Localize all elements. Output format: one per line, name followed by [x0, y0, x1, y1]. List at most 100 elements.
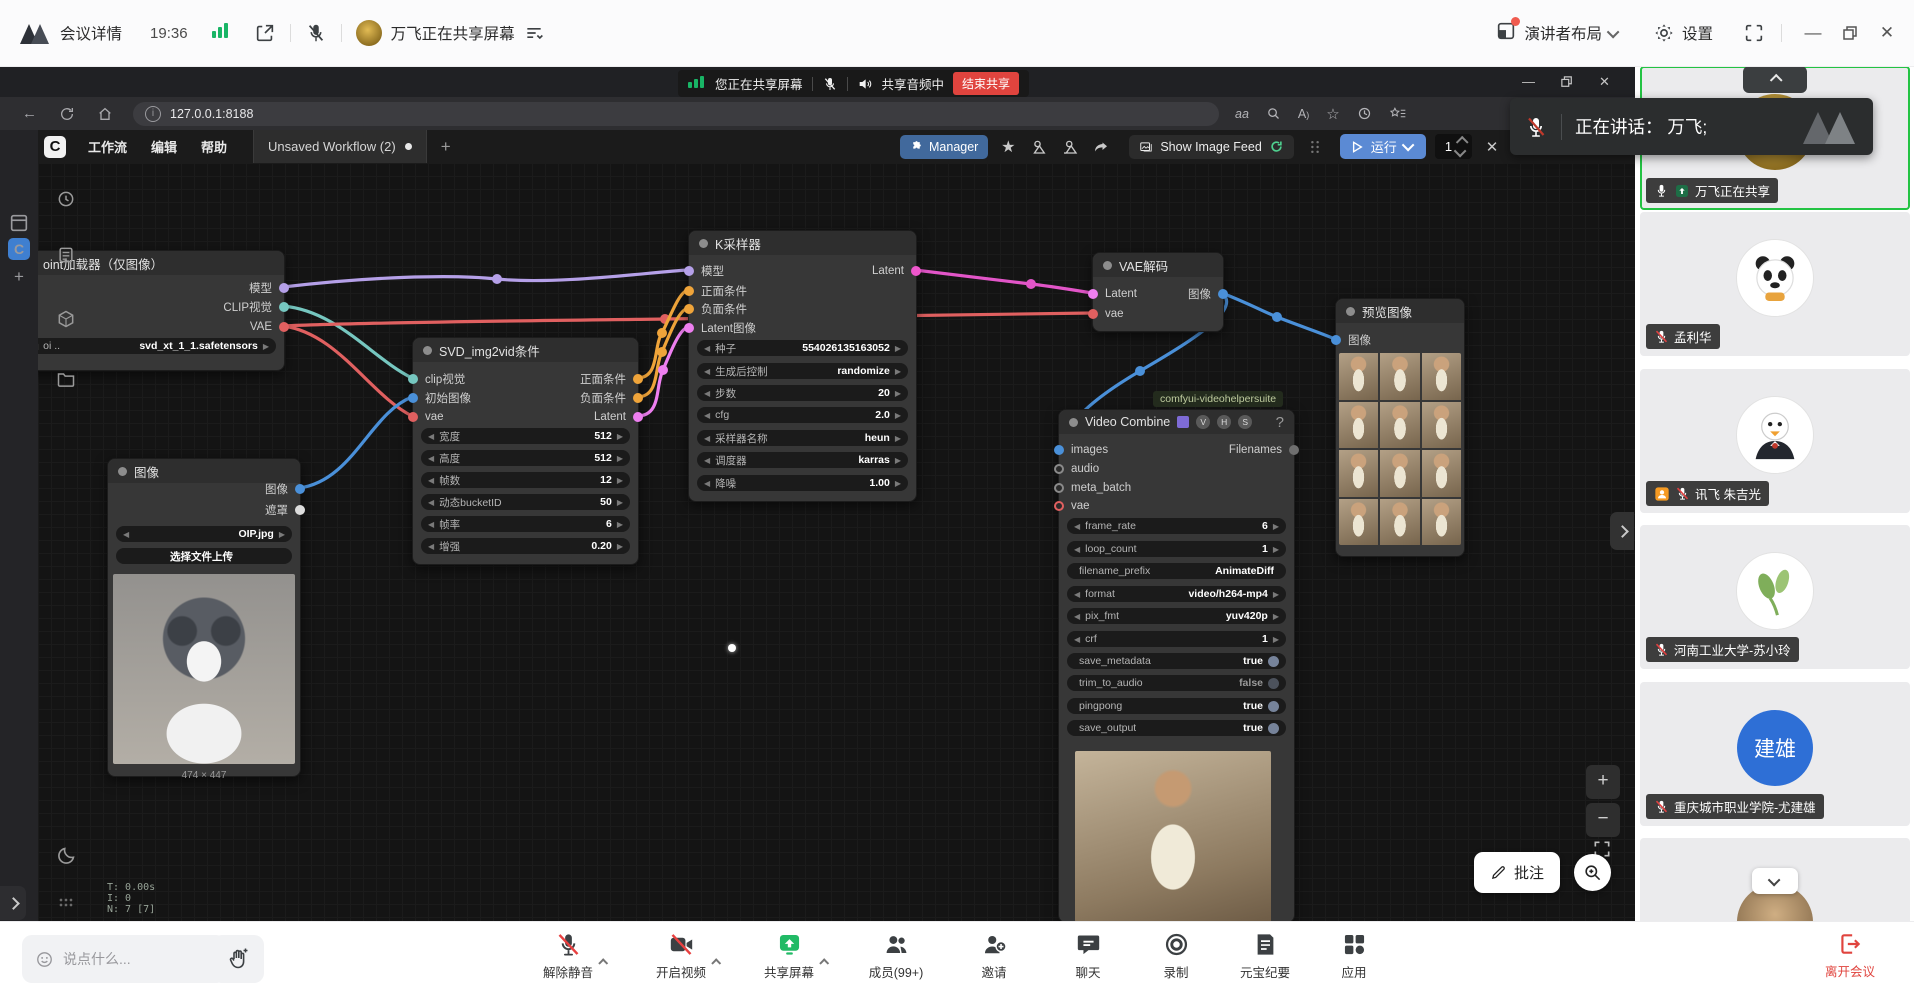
input-port[interactable] — [684, 323, 694, 333]
output-port[interactable] — [279, 322, 289, 332]
wire-reroute-dot[interactable] — [657, 328, 667, 338]
output-port[interactable] — [633, 412, 643, 422]
mic-muted-icon[interactable] — [822, 76, 838, 92]
dock-item-应用[interactable]: 应用 — [1299, 931, 1409, 981]
mic-muted-icon[interactable] — [305, 22, 327, 44]
favorites-list-icon[interactable] — [1389, 106, 1406, 121]
widget-trim_to_audio[interactable]: trim_to_audiofalse — [1067, 675, 1286, 691]
wire-reroute-dot[interactable] — [1272, 312, 1282, 322]
widget-种子[interactable]: ◀种子554026135163052▶ — [697, 340, 908, 356]
settings-button[interactable]: 设置 — [1682, 22, 1713, 44]
wire-reroute-dot[interactable] — [1026, 279, 1036, 289]
node-preview-image[interactable]: 预览图像图像 — [1335, 298, 1465, 557]
stop-share-button[interactable]: 结束共享 — [953, 72, 1019, 95]
annotate-button[interactable]: 批注 — [1474, 852, 1560, 893]
menu-编辑[interactable]: 编辑 — [151, 140, 177, 155]
node-library-icon[interactable] — [56, 245, 76, 265]
participant-tile-重庆城市职业学院-尤建雄[interactable]: 建雄重庆城市职业学院-尤建雄 — [1640, 682, 1910, 826]
reload-icon[interactable] — [59, 106, 75, 122]
widget-帧率[interactable]: ◀帧率6▶ — [421, 516, 630, 532]
input-port[interactable] — [1054, 464, 1064, 474]
share-list-icon[interactable] — [524, 23, 544, 43]
node-title[interactable]: VAE解码 — [1093, 253, 1223, 277]
history-icon[interactable] — [1357, 106, 1372, 121]
participant-tile-more[interactable] — [1640, 838, 1910, 921]
widget-save_metadata[interactable]: save_metadatatrue — [1067, 653, 1286, 669]
comfyui-logo[interactable]: C — [44, 136, 66, 158]
output-port[interactable] — [279, 302, 289, 312]
widget-高度[interactable]: ◀高度512▶ — [421, 450, 630, 466]
node-title[interactable]: Video CombineVHS? — [1059, 410, 1294, 434]
node-collapse-dot[interactable] — [1103, 261, 1112, 270]
show-more-participants-button[interactable] — [1752, 868, 1798, 894]
new-workflow-button[interactable]: + — [441, 137, 451, 157]
raise-hand-button[interactable] — [212, 935, 264, 983]
leave-meeting-button[interactable]: 离开会议 — [1825, 931, 1875, 980]
input-port[interactable] — [1331, 335, 1341, 345]
participant-tile-河南工业大学-苏小玲[interactable]: 河南工业大学-苏小玲 — [1640, 525, 1910, 669]
toolbar-close-icon[interactable]: ✕ — [1481, 138, 1503, 156]
favorite-star-icon[interactable]: ☆ — [1326, 105, 1339, 123]
run-options-chevron[interactable] — [1402, 139, 1415, 152]
meeting-detail-link[interactable]: 会议详情 — [60, 22, 122, 44]
zoom-in-button[interactable]: + — [1586, 765, 1620, 799]
theme-moon-icon[interactable] — [56, 844, 78, 866]
fullscreen-icon[interactable] — [1743, 22, 1765, 44]
node-help-icon[interactable]: ? — [1276, 414, 1284, 431]
clean-workflow-icon[interactable] — [1028, 138, 1050, 156]
widget-OIP.jpg[interactable]: ◀OIP.jpg▶ — [116, 526, 292, 542]
output-port[interactable] — [633, 393, 643, 403]
comfyui-tab-favicon[interactable]: C — [8, 238, 30, 260]
node-collapse-dot[interactable] — [118, 467, 127, 476]
run-button[interactable]: 运行 — [1340, 134, 1426, 159]
url-field[interactable]: i 127.0.0.1:8188 — [133, 102, 1219, 126]
output-port[interactable] — [295, 505, 305, 515]
widget-toggle[interactable] — [1268, 678, 1279, 689]
widget-帧数[interactable]: ◀帧数12▶ — [421, 472, 630, 488]
input-port[interactable] — [1054, 445, 1064, 455]
right-panel-toggle[interactable] — [1610, 512, 1634, 550]
site-info-icon[interactable]: i — [145, 106, 161, 122]
browser-close-button[interactable]: ✕ — [1599, 74, 1610, 90]
gear-icon[interactable] — [1653, 22, 1675, 44]
dock-item-开启视频[interactable]: 开启视频 — [626, 931, 736, 981]
browser-minimize-button[interactable]: — — [1522, 74, 1535, 89]
comfyui-canvas[interactable]: oint加载器（仅图像）模型CLIP视觉VAE◀oi ..svd_xt_1_1.… — [38, 163, 1635, 921]
node-title[interactable]: SVD_img2vid条件 — [413, 338, 638, 362]
node-collapse-dot[interactable] — [699, 239, 708, 248]
widget-frame_rate[interactable]: ◀frame_rate6▶ — [1067, 518, 1286, 534]
browser-restore-button[interactable] — [1561, 76, 1573, 88]
widget-步数[interactable]: ◀步数20▶ — [697, 385, 908, 401]
widget-降噪[interactable]: ◀降噪1.00▶ — [697, 475, 908, 491]
input-port[interactable] — [408, 374, 418, 384]
widget-增强[interactable]: ◀增强0.20▶ — [421, 538, 630, 554]
left-panel-toggle[interactable] — [0, 886, 26, 920]
node-collapse-dot[interactable] — [423, 346, 432, 355]
node-svd-img2vid[interactable]: SVD_img2vid条件clip视觉正面条件初始图像负面条件vaeLatent… — [412, 337, 639, 565]
wire-reroute-dot[interactable] — [658, 365, 668, 375]
widget-loop_count[interactable]: ◀loop_count1▶ — [1067, 541, 1286, 557]
output-port[interactable] — [911, 266, 921, 276]
widget-调度器[interactable]: ◀调度器karras▶ — [697, 452, 908, 468]
output-port[interactable] — [1289, 445, 1299, 455]
widget-选择文件上传[interactable]: 选择文件上传 — [116, 548, 292, 564]
back-icon[interactable]: ← — [22, 105, 37, 122]
queue-count-stepper[interactable]: 1 — [1435, 134, 1472, 159]
widget-format[interactable]: ◀formatvideo/h264-mp4▶ — [1067, 586, 1286, 602]
input-port[interactable] — [1088, 309, 1098, 319]
new-tab-button[interactable]: + — [8, 266, 30, 288]
minimize-button[interactable]: — — [1798, 23, 1828, 43]
input-port[interactable] — [684, 304, 694, 314]
participant-tile-讯飞 朱吉光[interactable]: 讯飞 朱吉光 — [1640, 369, 1910, 513]
widget-toggle[interactable] — [1268, 656, 1279, 667]
widget-生成后控制[interactable]: ◀生成后控制randomize▶ — [697, 363, 908, 379]
widget-动态bucketID[interactable]: ◀动态bucketID50▶ — [421, 494, 630, 510]
menu-工作流[interactable]: 工作流 — [88, 140, 127, 155]
dock-item-解除静音[interactable]: 解除静音 — [513, 931, 623, 981]
input-port[interactable] — [1054, 483, 1064, 493]
widget-filename_prefix[interactable]: filename_prefixAnimateDiff — [1067, 563, 1286, 579]
input-port[interactable] — [1088, 289, 1098, 299]
input-port[interactable] — [684, 286, 694, 296]
widget-宽度[interactable]: ◀宽度512▶ — [421, 428, 630, 444]
node-title[interactable]: 预览图像 — [1336, 299, 1464, 323]
